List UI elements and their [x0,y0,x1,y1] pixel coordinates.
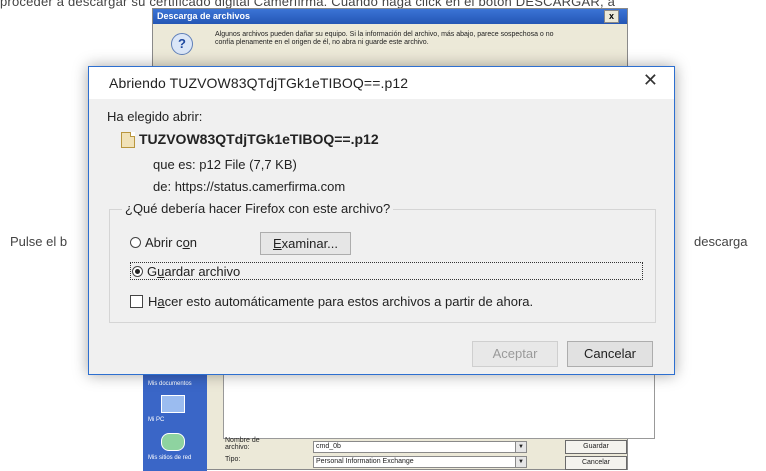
old-dialog-title: Descarga de archivos [157,11,251,21]
auto-action-checkbox-box[interactable] [130,295,143,308]
my-computer-icon [161,395,185,413]
places-item-network[interactable]: Mis sitios de red [148,455,191,461]
old-dialog-places-sidebar: Mis documentos Mi PC Mis sitios de red [143,375,207,471]
open-with-radio[interactable]: Abrir con [130,235,197,250]
file-source-line: de: https://status.camerfirma.com [153,179,345,194]
old-dialog-type-select[interactable]: Personal Information Exchange ▼ [313,456,527,468]
network-places-icon [161,433,185,451]
file-type-line: que es: p12 File (7,7 KB) [153,157,297,172]
old-dialog-type-value: Personal Information Exchange [316,458,414,465]
accept-button[interactable]: Aceptar [472,341,558,367]
background-left-text: Pulse el b [10,234,68,249]
firefox-open-file-dialog: Abriendo TUZVOW83QTdjTGk1eTIBOQ==.p12 ✕ … [88,66,675,375]
file-type-label: que es: [153,157,196,172]
save-file-label: Guardar archivo [147,264,241,279]
open-with-label: Abrir con [145,235,198,250]
old-dialog-warning-message: Algunos archivos pueden dañar su equipo.… [215,31,554,46]
old-dialog-close-icon[interactable]: x [604,10,619,23]
action-groupbox: ¿Qué debería hacer Firefox con este arch… [109,201,656,323]
open-with-radio-circle[interactable] [130,237,141,248]
cancel-button[interactable]: Cancelar [567,341,653,367]
old-dialog-save-button[interactable]: Guardar [565,440,627,454]
file-name: TUZVOW83QTdjTGk1eTIBOQ==.p12 [139,131,379,147]
old-dialog-filename-label: Nombre de archivo: [225,437,260,451]
save-file-radio[interactable]: Guardar archivo [132,264,240,279]
places-item-my-documents[interactable]: Mis documentos [148,381,192,387]
auto-action-checkbox[interactable]: Hacer esto automáticamente para estos ar… [130,294,533,309]
save-file-radio-circle[interactable] [132,266,143,277]
file-source-value: https://status.camerfirma.com [174,179,346,194]
old-dialog-filename-value: cmd_0b [316,443,341,450]
old-dialog-titlebar: Descarga de archivos x [153,9,627,24]
chevron-down-icon[interactable]: ▼ [515,457,526,467]
chevron-down-icon[interactable]: ▼ [515,442,526,452]
browse-button[interactable]: Examinar... [260,232,351,255]
file-icon [121,132,135,148]
chosen-label: Ha elegido abrir: [107,109,203,124]
file-source-label: de: [153,179,172,194]
old-dialog-filename-input[interactable]: cmd_0b ▼ [313,441,527,453]
question-icon: ? [171,33,193,55]
action-question: ¿Qué debería hacer Firefox con este arch… [122,201,394,216]
close-icon[interactable]: ✕ [643,70,658,90]
dialog-body: Ha elegido abrir: TUZVOW83QTdjTGk1eTIBOQ… [89,99,674,374]
file-type-value: p12 File (7,7 KB) [199,157,297,172]
background-right-text: descarga [694,234,748,249]
places-item-my-pc[interactable]: Mi PC [148,417,164,423]
old-dialog-type-label: Tipo: [225,456,241,463]
dialog-title: Abriendo TUZVOW83QTdjTGk1eTIBOQ==.p12 [109,75,409,91]
auto-action-label: Hacer esto automáticamente para estos ar… [148,294,534,309]
